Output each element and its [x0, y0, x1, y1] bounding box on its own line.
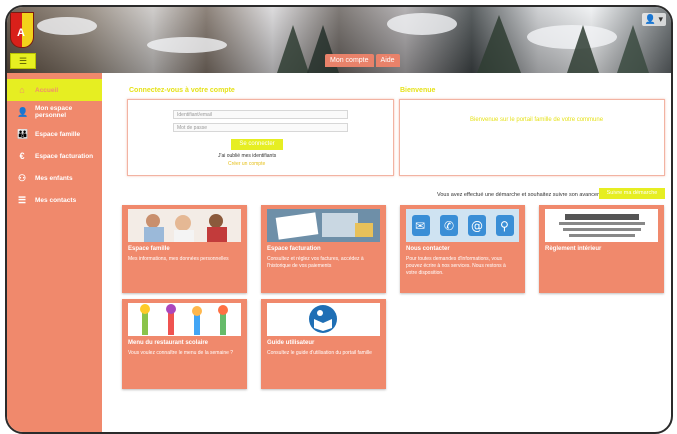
tile-title: Menu du restaurant scolaire	[128, 340, 209, 346]
svg-text:⚲: ⚲	[500, 219, 509, 233]
sidebar-item-label: Espace facturation	[35, 152, 94, 160]
header-tabs: Mon compte Aide	[325, 54, 400, 67]
home-icon: ⌂	[19, 85, 25, 95]
login-panel: Identifiant/email Mot de passe Se connec…	[127, 99, 394, 176]
family-photo	[128, 209, 241, 242]
children-icon: ⚇	[17, 172, 27, 183]
sidebar-item-label: Mon espace personnel	[35, 105, 73, 119]
tracking-notice: Vous avez effectué une démarche et souha…	[437, 192, 610, 198]
svg-text:✉: ✉	[415, 219, 425, 233]
tile-espace-famille[interactable]: Espace famille Mes informations, mes don…	[122, 205, 247, 293]
menu-toggle-button[interactable]: ☰	[10, 53, 36, 69]
tile-espace-facturation[interactable]: Espace facturation Consultez et réglez v…	[261, 205, 386, 293]
tile-title: Espace famille	[128, 246, 170, 252]
sidebar: ⌂ Accueil 👤 Mon espace personnel 👪 Espace f…	[7, 73, 102, 432]
tile-description: Consultez le guide d'utilisation du port…	[267, 350, 372, 356]
user-icon: 👤 ▾	[644, 14, 663, 24]
forgot-credentials-link[interactable]: J'ai oublié mes identifiants	[218, 153, 276, 159]
billing-photo	[267, 209, 380, 242]
sidebar-item-accueil[interactable]: ⌂ Accueil	[7, 79, 102, 101]
rules-illustration	[545, 209, 658, 242]
welcome-message: Bienvenue sur le portail famille de votr…	[470, 117, 604, 123]
user-menu-button[interactable]: 👤 ▾	[641, 13, 666, 26]
tab-mon-compte[interactable]: Mon compte	[325, 54, 374, 67]
menu-illustration	[128, 303, 241, 336]
svg-text:✆: ✆	[444, 219, 454, 233]
header-banner: A ☰ 👤 ▾ Mon compte Aide	[7, 7, 671, 73]
connect-button[interactable]: Se connecter	[231, 139, 283, 150]
sidebar-item-espace-famille[interactable]: 👪 Espace famille	[7, 123, 102, 145]
commune-crest-logo: A	[10, 12, 34, 48]
contact-icons-image: ✉ ✆ @ ⚲	[406, 209, 519, 242]
tile-description: Pour toutes demandes d'informations, vou…	[406, 256, 506, 276]
browser-frame: A ☰ 👤 ▾ Mon compte Aide ⌂ Accueil 👤 Mon es…	[5, 5, 673, 434]
signup-link[interactable]: Créer un compte	[228, 161, 265, 167]
tile-reglement-interieur[interactable]: Règlement intérieur	[539, 205, 664, 293]
sidebar-item-facturation[interactable]: € Espace facturation	[7, 145, 102, 167]
euro-icon: €	[19, 151, 25, 161]
tile-menu-restaurant[interactable]: Menu du restaurant scolaire Vous voulez …	[122, 299, 247, 389]
family-photo-illustration	[128, 209, 241, 242]
sidebar-item-espace-personnel[interactable]: 👤 Mon espace personnel	[7, 101, 102, 123]
sidebar-item-enfants[interactable]: ⚇ Mes enfants	[7, 167, 102, 189]
welcome-title: Bienvenue	[400, 87, 436, 94]
list-icon: ☰	[17, 194, 27, 205]
sidebar-item-label: Accueil	[35, 86, 59, 94]
username-field[interactable]: Identifiant/email	[173, 110, 348, 119]
menu-icon: ☰	[18, 55, 28, 66]
tile-title: Guide utilisateur	[267, 340, 315, 346]
sidebar-item-label: Espace famille	[35, 130, 81, 138]
tile-description: Consultez et réglez vos factures, accéde…	[267, 256, 364, 269]
tile-nous-contacter[interactable]: ✉ ✆ @ ⚲ Nous contacter Pour toutes deman…	[400, 205, 525, 293]
tab-aide[interactable]: Aide	[375, 54, 400, 67]
tile-guide-utilisateur[interactable]: Guide utilisateur Consultez le guide d'u…	[261, 299, 386, 389]
rules-image	[545, 209, 658, 242]
login-title: Connectez-vous à votre compte	[129, 87, 235, 94]
tile-description: Mes informations, mes données personnell…	[128, 256, 229, 262]
menu-image	[128, 303, 241, 336]
tile-title: Espace facturation	[267, 246, 321, 252]
password-field[interactable]: Mot de passe	[173, 123, 348, 132]
sidebar-item-label: Mes contacts	[35, 196, 77, 204]
family-icon: 👪	[17, 128, 29, 139]
tile-title: Nous contacter	[406, 246, 450, 252]
sidebar-item-label: Mes enfants	[35, 174, 73, 182]
welcome-panel: Bienvenue sur le portail famille de votr…	[399, 99, 665, 176]
tile-description: Vous voulez connaître le menu de la sema…	[128, 350, 234, 356]
tile-title: Règlement intérieur	[545, 246, 602, 252]
sidebar-item-contacts[interactable]: ☰ Mes contacts	[7, 189, 102, 211]
billing-photo-illustration	[267, 209, 380, 242]
guide-image	[267, 303, 380, 336]
guide-illustration	[267, 303, 380, 336]
track-request-button[interactable]: Suivre ma démarche	[599, 188, 665, 199]
crest-letter: A	[17, 27, 25, 39]
person-icon: 👤	[17, 106, 29, 117]
contact-icons-illustration: ✉ ✆ @ ⚲	[412, 215, 514, 236]
svg-text:@: @	[471, 219, 483, 233]
